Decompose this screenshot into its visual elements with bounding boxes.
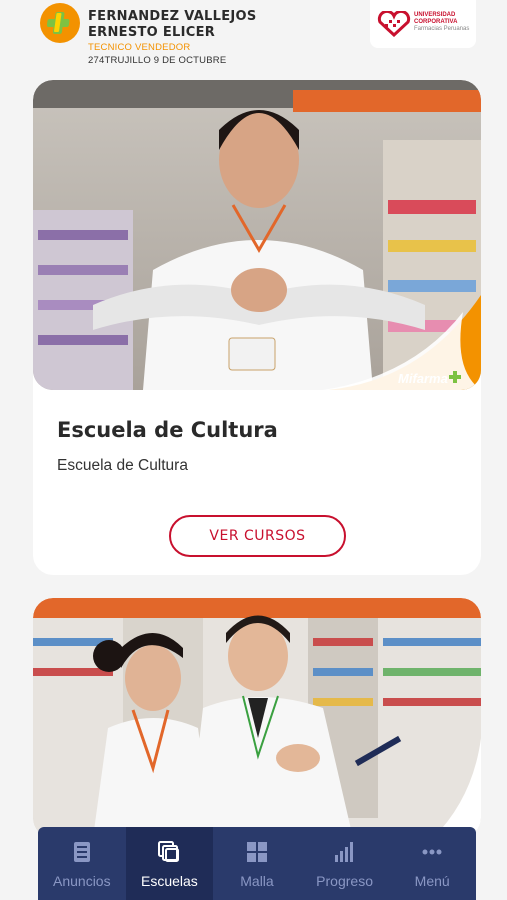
stacked-pages-icon [158,841,180,862]
school-card-image: Mifarma [33,80,481,390]
school-card-image [33,598,481,838]
more-dots-icon [422,849,442,855]
bottom-navigation: Anuncios Escuelas Malla Progreso Menú [38,827,476,900]
brand-tag: Mifarma [398,371,448,386]
bar-chart-icon [334,842,353,862]
heart-logo-icon [377,11,411,37]
nav-label: Malla [240,873,274,889]
nav-item-malla[interactable]: Malla [213,827,301,900]
nav-item-menu[interactable]: Menú [388,827,476,900]
school-card[interactable]: Mifarma Escuela de Cultura Escuela de Cu… [33,80,481,575]
nav-item-escuelas[interactable]: Escuelas [125,827,214,900]
school-title: Escuela de Cultura [57,418,278,442]
user-name-line1: FERNANDEZ VALLEJOS [88,9,257,24]
nav-label: Anuncios [53,873,111,889]
cross-plus-icon [47,12,70,34]
user-name-line2: ERNESTO ELICER [88,25,216,40]
nav-label: Escuelas [140,873,198,889]
view-courses-button[interactable]: VER CURSOS [169,515,346,557]
user-full-name: FERNANDEZ VALLEJOS ERNESTO ELICER [88,9,288,41]
school-subtitle: Escuela de Cultura [57,457,188,474]
document-icon [73,842,90,862]
nav-label: Menú [414,873,450,889]
app-header: FERNANDEZ VALLEJOS ERNESTO ELICER TECNIC… [0,0,507,72]
nav-item-progreso[interactable]: Progreso [301,827,389,900]
mifarma-logo [40,3,80,43]
user-branch: 274TRUJILLO 9 DE OCTUBRE [88,55,227,66]
university-text: UNIVERSIDAD CORPORATIVA Farmacias Peruan… [414,12,470,32]
nav-item-anuncios[interactable]: Anuncios [38,827,126,900]
user-role: TECNICO VENDEDOR [88,42,191,53]
nav-label: Progreso [316,873,373,889]
university-logo: UNIVERSIDAD CORPORATIVA Farmacias Peruan… [370,0,476,48]
school-card[interactable] [33,598,481,838]
grid-icon [246,842,267,862]
